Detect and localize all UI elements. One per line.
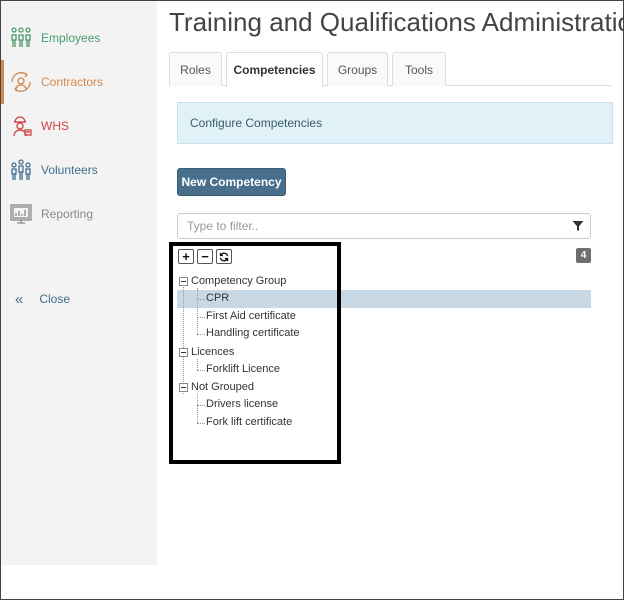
collapse-toggle-icon[interactable] (179, 348, 188, 357)
tree-item-forklift-licence[interactable]: Forklift Licence (206, 363, 280, 375)
sidebar-item-whs[interactable]: WHS (1, 104, 157, 148)
sidebar-item-label: Reporting (41, 207, 94, 221)
sidebar-item-employees[interactable]: Employees (1, 16, 157, 60)
collapse-toggle-icon[interactable] (179, 383, 188, 392)
count-badge: 4 (576, 248, 591, 263)
tree-connector (197, 405, 205, 406)
close-label: Close (39, 292, 71, 306)
tree-connector (183, 287, 184, 394)
selected-row-highlight (177, 290, 591, 308)
filter-input[interactable] (178, 214, 558, 238)
refresh-button[interactable] (216, 249, 232, 264)
collapse-toggle-icon[interactable] (179, 277, 188, 286)
tree-group-competency-group[interactable]: Competency Group (191, 275, 286, 287)
filter-icon[interactable] (572, 220, 584, 232)
tree-connector (197, 299, 205, 300)
sidebar-item-reporting[interactable]: Reporting (1, 192, 157, 236)
sidebar-item-volunteers[interactable]: Volunteers (1, 148, 157, 192)
expand-all-button[interactable]: + (178, 249, 194, 264)
tab-tools[interactable]: Tools (392, 52, 446, 86)
main-content: Training and Qualifications Administrati… (157, 1, 623, 599)
tab-roles[interactable]: Roles (169, 52, 222, 86)
reporting-icon (9, 202, 33, 226)
info-banner: Configure Competencies (177, 102, 613, 144)
tree-connector (197, 394, 198, 423)
tree-controls: + − (178, 249, 232, 264)
volunteers-icon (9, 158, 33, 182)
sidebar-item-label: WHS (41, 119, 69, 133)
employees-icon (9, 26, 33, 50)
double-chevron-left-icon: « (15, 290, 24, 308)
filter-box (177, 213, 591, 239)
sidebar: Employees Contractors WHS Volunteers Rep… (1, 1, 157, 565)
tree-item-cpr[interactable]: CPR (206, 292, 229, 304)
collapse-all-button[interactable]: − (197, 249, 213, 264)
tree-group-licences[interactable]: Licences (191, 346, 234, 358)
tree-item-first-aid[interactable]: First Aid certificate (206, 310, 296, 322)
tab-competencies[interactable]: Competencies (226, 52, 323, 87)
tree-item-handling[interactable]: Handling certificate (206, 327, 300, 339)
tree-connector (197, 423, 205, 424)
tree-item-fork-lift-certificate[interactable]: Fork lift certificate (206, 416, 292, 428)
tab-groups[interactable]: Groups (327, 52, 388, 86)
whs-icon (9, 114, 33, 138)
info-banner-text: Configure Competencies (190, 116, 323, 130)
sidebar-item-label: Volunteers (41, 163, 98, 177)
tab-bar: Roles Competencies Groups Tools (169, 52, 611, 87)
close-sidebar-button[interactable]: « Close (15, 290, 70, 308)
contractors-icon (9, 70, 33, 94)
tree-connector (197, 317, 205, 318)
tree-item-drivers-license[interactable]: Drivers license (206, 398, 278, 410)
page-title: Training and Qualifications Administrati… (169, 7, 623, 37)
tree-connector (197, 334, 205, 335)
tree-connector (197, 370, 205, 371)
tree-group-not-grouped[interactable]: Not Grouped (191, 381, 254, 393)
refresh-icon (219, 252, 229, 261)
sidebar-item-label: Contractors (41, 75, 104, 89)
new-competency-button[interactable]: New Competency (177, 168, 286, 196)
tree-connector (197, 288, 198, 334)
sidebar-item-contractors[interactable]: Contractors (1, 60, 157, 104)
sidebar-item-label: Employees (41, 31, 101, 45)
tree-connector (197, 359, 198, 370)
